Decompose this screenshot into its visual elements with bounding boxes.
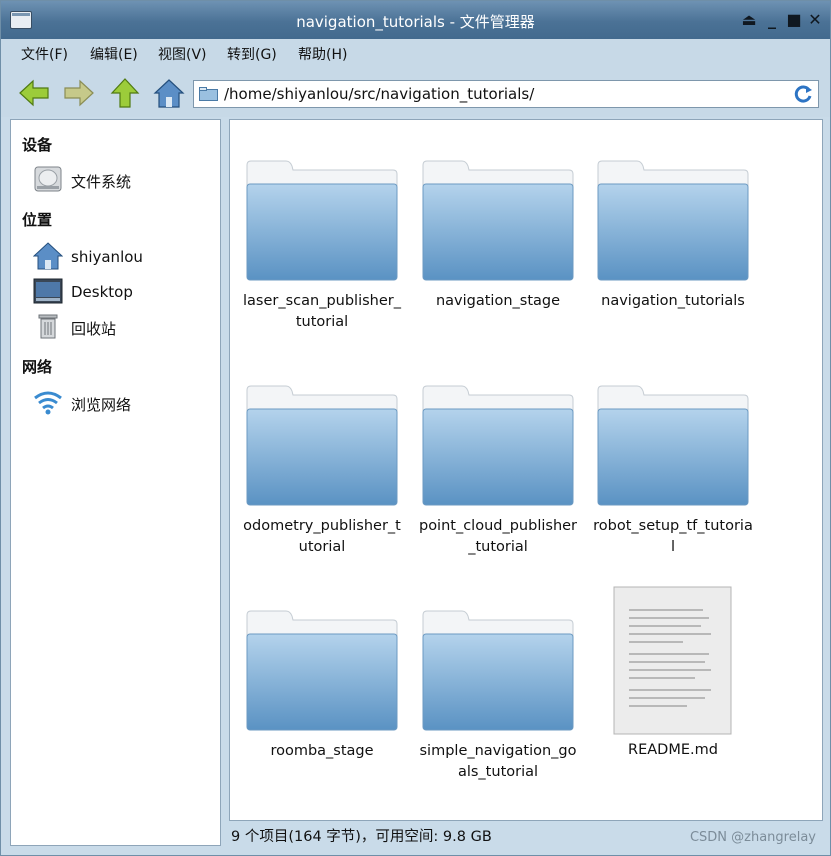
sidebar-item-filesystem[interactable]: 文件系统 xyxy=(33,165,213,195)
file-name: README.md xyxy=(628,742,718,758)
file-item[interactable]: roomba_stage xyxy=(230,570,400,780)
menu-bar: 文件(F) 编辑(E) 视图(V) 转到(G) 帮助(H) xyxy=(1,39,830,67)
location-path[interactable]: /home/shiyanlou/src/navigation_tutorials… xyxy=(224,85,534,103)
home-icon xyxy=(33,242,63,270)
file-name: roomba_stage xyxy=(270,743,374,759)
desktop-icon xyxy=(33,278,63,304)
trash-icon xyxy=(38,314,58,339)
home-icon[interactable] xyxy=(153,77,185,109)
file-item[interactable]: simple_navigation_go als_tutorial xyxy=(406,570,577,780)
forward-arrow-icon[interactable] xyxy=(63,77,95,109)
side-pane: 设备 文件系统 位置 shiyanlou Desktop 回收站 网络 浏览网络 xyxy=(10,119,221,846)
file-item[interactable]: navigation_tutorials xyxy=(581,120,751,330)
menu-go[interactable]: 转到(G) xyxy=(227,44,277,64)
folder-icon xyxy=(246,160,398,281)
minimize-button[interactable]: _ xyxy=(762,10,782,30)
sidebar-item-label: 回收站 xyxy=(71,320,117,338)
folder-icon xyxy=(422,610,574,731)
watermark: CSDN @zhangrelay xyxy=(689,830,816,845)
sidebar-item-label: 浏览网络 xyxy=(71,396,132,414)
close-button[interactable]: ✕ xyxy=(805,10,825,30)
menu-view[interactable]: 视图(V) xyxy=(158,44,207,64)
maximize-button[interactable]: ■ xyxy=(784,10,804,30)
text-document-icon xyxy=(613,586,732,735)
file-name: odometry_publisher_t utorial xyxy=(243,518,401,555)
folder-icon xyxy=(597,160,749,281)
location-bar[interactable]: /home/shiyanlou/src/navigation_tutorials… xyxy=(193,80,819,108)
sidebar-item-label: Desktop xyxy=(71,283,133,301)
section-places: 位置 xyxy=(22,211,53,229)
file-manager-window: navigation_tutorials - 文件管理器 ⏏ _ ■ ✕ 文件(… xyxy=(0,0,831,856)
file-item[interactable]: navigation_stage xyxy=(406,120,576,330)
up-arrow-icon[interactable] xyxy=(109,77,141,109)
sidebar-item-browse-network[interactable]: 浏览网络 xyxy=(33,388,213,418)
section-devices: 设备 xyxy=(22,136,53,154)
sidebar-item-label: 文件系统 xyxy=(71,173,132,191)
reload-icon[interactable] xyxy=(794,84,814,104)
window-title: navigation_tutorials - 文件管理器 xyxy=(296,13,535,31)
status-text: 9 个项目(164 字节)，可用空间: 9.8 GB xyxy=(231,829,492,845)
folder-small-icon xyxy=(199,87,218,101)
folder-icon xyxy=(422,160,574,281)
sidebar-item-trash[interactable]: 回收站 xyxy=(33,312,213,342)
wifi-icon xyxy=(34,391,62,415)
sidebar-item-label: shiyanlou xyxy=(71,248,143,266)
file-name: robot_setup_tf_tutoria l xyxy=(593,518,753,555)
sidebar-item-home[interactable]: shiyanlou xyxy=(33,242,213,272)
folder-icon xyxy=(422,385,574,506)
menu-edit[interactable]: 编辑(E) xyxy=(90,44,138,64)
file-item[interactable]: robot_setup_tf_tutoria l xyxy=(581,345,753,555)
menu-help[interactable]: 帮助(H) xyxy=(298,44,347,64)
file-view[interactable]: laser_scan_publisher_ tutorial navigatio… xyxy=(229,119,823,821)
back-arrow-icon[interactable] xyxy=(18,77,50,109)
folder-icon xyxy=(246,610,398,731)
section-network: 网络 xyxy=(22,358,53,376)
file-item[interactable]: README.md xyxy=(581,570,751,780)
file-name: laser_scan_publisher_ tutorial xyxy=(243,293,401,330)
menu-file[interactable]: 文件(F) xyxy=(21,44,68,64)
file-name: navigation_stage xyxy=(435,293,561,309)
harddisk-icon xyxy=(34,166,62,192)
file-name: simple_navigation_go als_tutorial xyxy=(419,743,577,780)
folder-icon xyxy=(597,385,749,506)
title-bar[interactable]: navigation_tutorials - 文件管理器 ⏏ _ ■ ✕ xyxy=(1,1,830,39)
shade-icon[interactable]: ⏏ xyxy=(739,10,759,30)
folder-icon xyxy=(246,385,398,506)
file-item[interactable]: odometry_publisher_t utorial xyxy=(230,345,401,555)
file-name: point_cloud_publisher _tutorial xyxy=(418,518,578,555)
file-name: navigation_tutorials xyxy=(601,293,745,309)
sidebar-item-desktop[interactable]: Desktop xyxy=(33,277,213,307)
file-item[interactable]: point_cloud_publisher _tutorial xyxy=(406,345,577,555)
file-item[interactable]: laser_scan_publisher_ tutorial xyxy=(230,120,401,330)
